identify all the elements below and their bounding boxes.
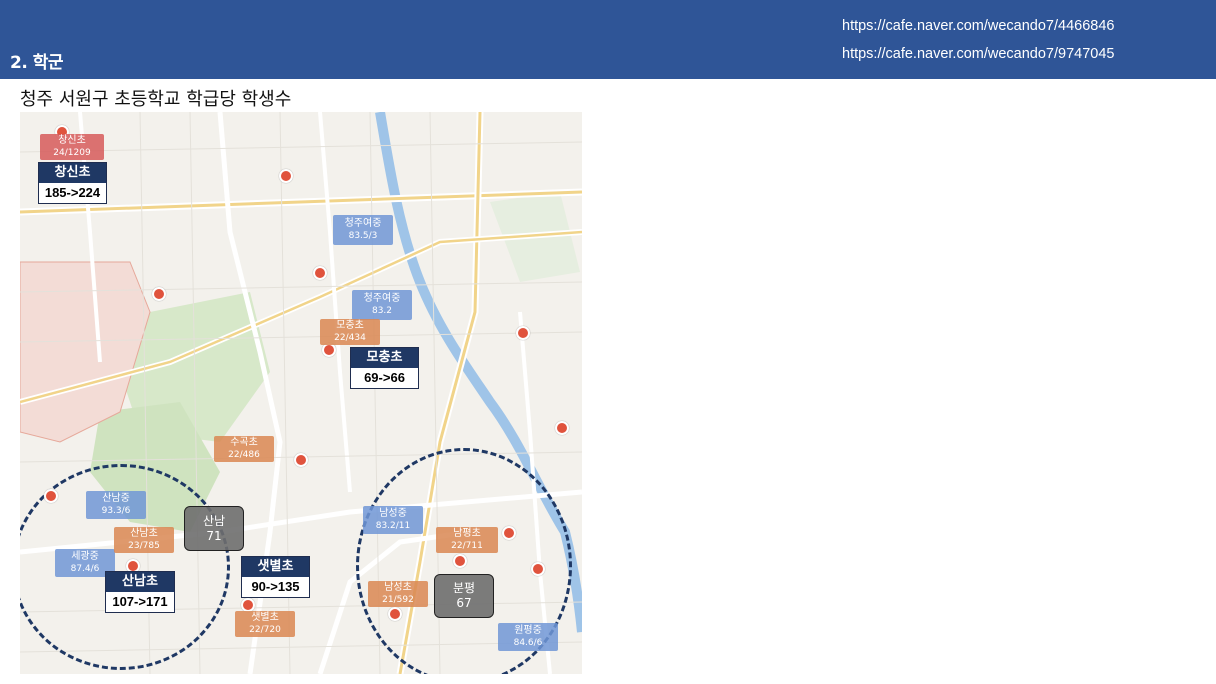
change-box-mochung: 모충초 69->66 (350, 347, 419, 389)
label-mochung-elementary: 모충초 22/434 (320, 319, 380, 345)
cafe-link-2[interactable]: https://cafe.naver.com/wecando7/9747045 (842, 46, 1114, 62)
change-box-title: 샛별초 (242, 557, 309, 577)
change-box-sannam: 산남초 107->171 (105, 571, 175, 613)
label-wonpyeong-middle: 원평중 84.6/6 (498, 623, 558, 651)
label-sugok-elementary: 수곡초 22/486 (214, 436, 274, 462)
label-sannam-area: 산남 71 (184, 506, 244, 551)
cafe-link-1[interactable]: https://cafe.naver.com/wecando7/4466846 (842, 18, 1114, 34)
page-title: 청주 서원구 초등학교 학급당 학생수 (20, 89, 292, 110)
school-pin[interactable] (294, 453, 308, 467)
section-title: 2. 학군 (10, 53, 64, 73)
label-nampyeong-elementary: 남평초 22/711 (436, 527, 498, 553)
school-pin[interactable] (241, 598, 255, 612)
change-box-value: 90->135 (251, 579, 300, 594)
school-pin[interactable] (453, 554, 467, 568)
school-district-map: 창신초 24/1209 청주여중 83.5/3 청주여중 83.2 산남중 93.3/6… (20, 112, 582, 674)
label-saetbyeol-elementary: 샛별초 22/720 (235, 611, 295, 637)
label-sannam-middle: 산남중 93.3/6 (86, 491, 146, 519)
change-box-title: 모충초 (351, 348, 418, 368)
label-changsin-elementary: 창신초 24/1209 (40, 134, 104, 160)
school-pin[interactable] (313, 266, 327, 280)
label-middle-school: 청주여중 83.5/3 (333, 215, 393, 245)
change-box-title: 창신초 (39, 163, 106, 183)
label-bunpyeong-area: 분평 67 (434, 574, 494, 618)
change-box-title: 산남초 (106, 572, 174, 592)
change-box-value: 69->66 (364, 370, 405, 385)
school-pin[interactable] (516, 326, 530, 340)
header-bar (0, 0, 1216, 79)
change-box-saetbyeol: 샛별초 90->135 (241, 556, 310, 598)
label-sannam-elementary: 산남초 23/785 (114, 527, 174, 553)
change-box-changsin: 창신초 185->224 (38, 162, 107, 204)
road (318, 112, 352, 493)
school-pin[interactable] (322, 343, 336, 357)
school-pin[interactable] (152, 287, 166, 301)
school-pin[interactable] (388, 607, 402, 621)
label-namseong-elementary: 남성초 21/592 (368, 581, 428, 607)
school-pin[interactable] (531, 562, 545, 576)
label-namseong-middle: 남성중 83.2/11 (363, 506, 423, 534)
school-pin[interactable] (502, 526, 516, 540)
change-box-value: 107->171 (112, 594, 168, 609)
school-pin[interactable] (279, 169, 293, 183)
change-box-value: 185->224 (44, 185, 101, 200)
school-pin[interactable] (555, 421, 569, 435)
label-middle-school: 청주여중 83.2 (352, 290, 412, 320)
school-pin[interactable] (44, 489, 58, 503)
